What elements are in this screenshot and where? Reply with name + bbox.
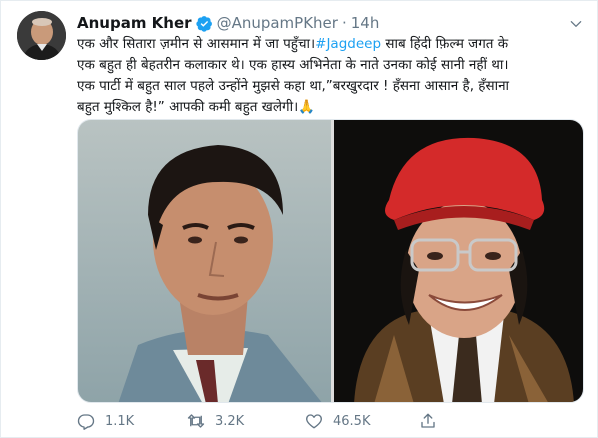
reply-button[interactable]: 1.1K [77, 412, 134, 430]
tweet-media[interactable] [77, 119, 584, 403]
share-button[interactable] [419, 412, 447, 430]
tweet-text-segment: साब हिंदी फ़िल्म जगत के [381, 36, 509, 52]
media-photo-left[interactable] [78, 120, 331, 402]
tweet-text-line: बहुत मुश्किल है!” आपकी कमी बहुत खलेगी।🙏 [77, 99, 315, 115]
tweet-card[interactable]: Anupam Kher @AnupamPKher · 14h एक और सित… [0, 0, 598, 438]
reply-count: 1.1K [105, 413, 135, 429]
caret-down-icon[interactable] [567, 15, 585, 33]
like-icon [305, 412, 323, 430]
tweet-text-line: एक पार्टी में बहुत साल पहले उन्होंने मुझ… [77, 78, 510, 94]
tweet-actions: 1.1K 3.2K 46.5K [77, 412, 547, 434]
tweet-text-line: एक और सितारा ज़मीन से आसमान में जा पहुँच… [77, 34, 587, 55]
media-photo-right[interactable] [334, 120, 583, 402]
reply-icon [77, 412, 95, 430]
avatar[interactable] [17, 11, 66, 60]
like-button[interactable]: 46.5K [305, 412, 370, 430]
user-handle[interactable]: @AnupamPKher [217, 14, 338, 32]
hashtag-link[interactable]: #Jagdeep [315, 36, 381, 52]
verified-badge-icon [195, 15, 213, 32]
tweet-text-segment: एक और सितारा ज़मीन से आसमान में जा पहुँच… [77, 36, 316, 52]
retweet-button[interactable]: 3.2K [187, 412, 244, 430]
like-count: 46.5K [333, 413, 371, 429]
tweet-text-line: एक बहुत ही बेहतरीन कलाकार थे। एक हास्य अ… [77, 57, 509, 73]
retweet-count: 3.2K [215, 413, 245, 429]
share-icon [419, 412, 437, 430]
tweet-timestamp[interactable]: 14h [351, 14, 380, 32]
retweet-icon [187, 412, 205, 430]
tweet-header: Anupam Kher @AnupamPKher · 14h [77, 13, 379, 33]
tweet-text: एक और सितारा ज़मीन से आसमान में जा पहुँच… [77, 34, 587, 118]
display-name[interactable]: Anupam Kher [77, 14, 192, 32]
header-separator: · [341, 14, 347, 32]
